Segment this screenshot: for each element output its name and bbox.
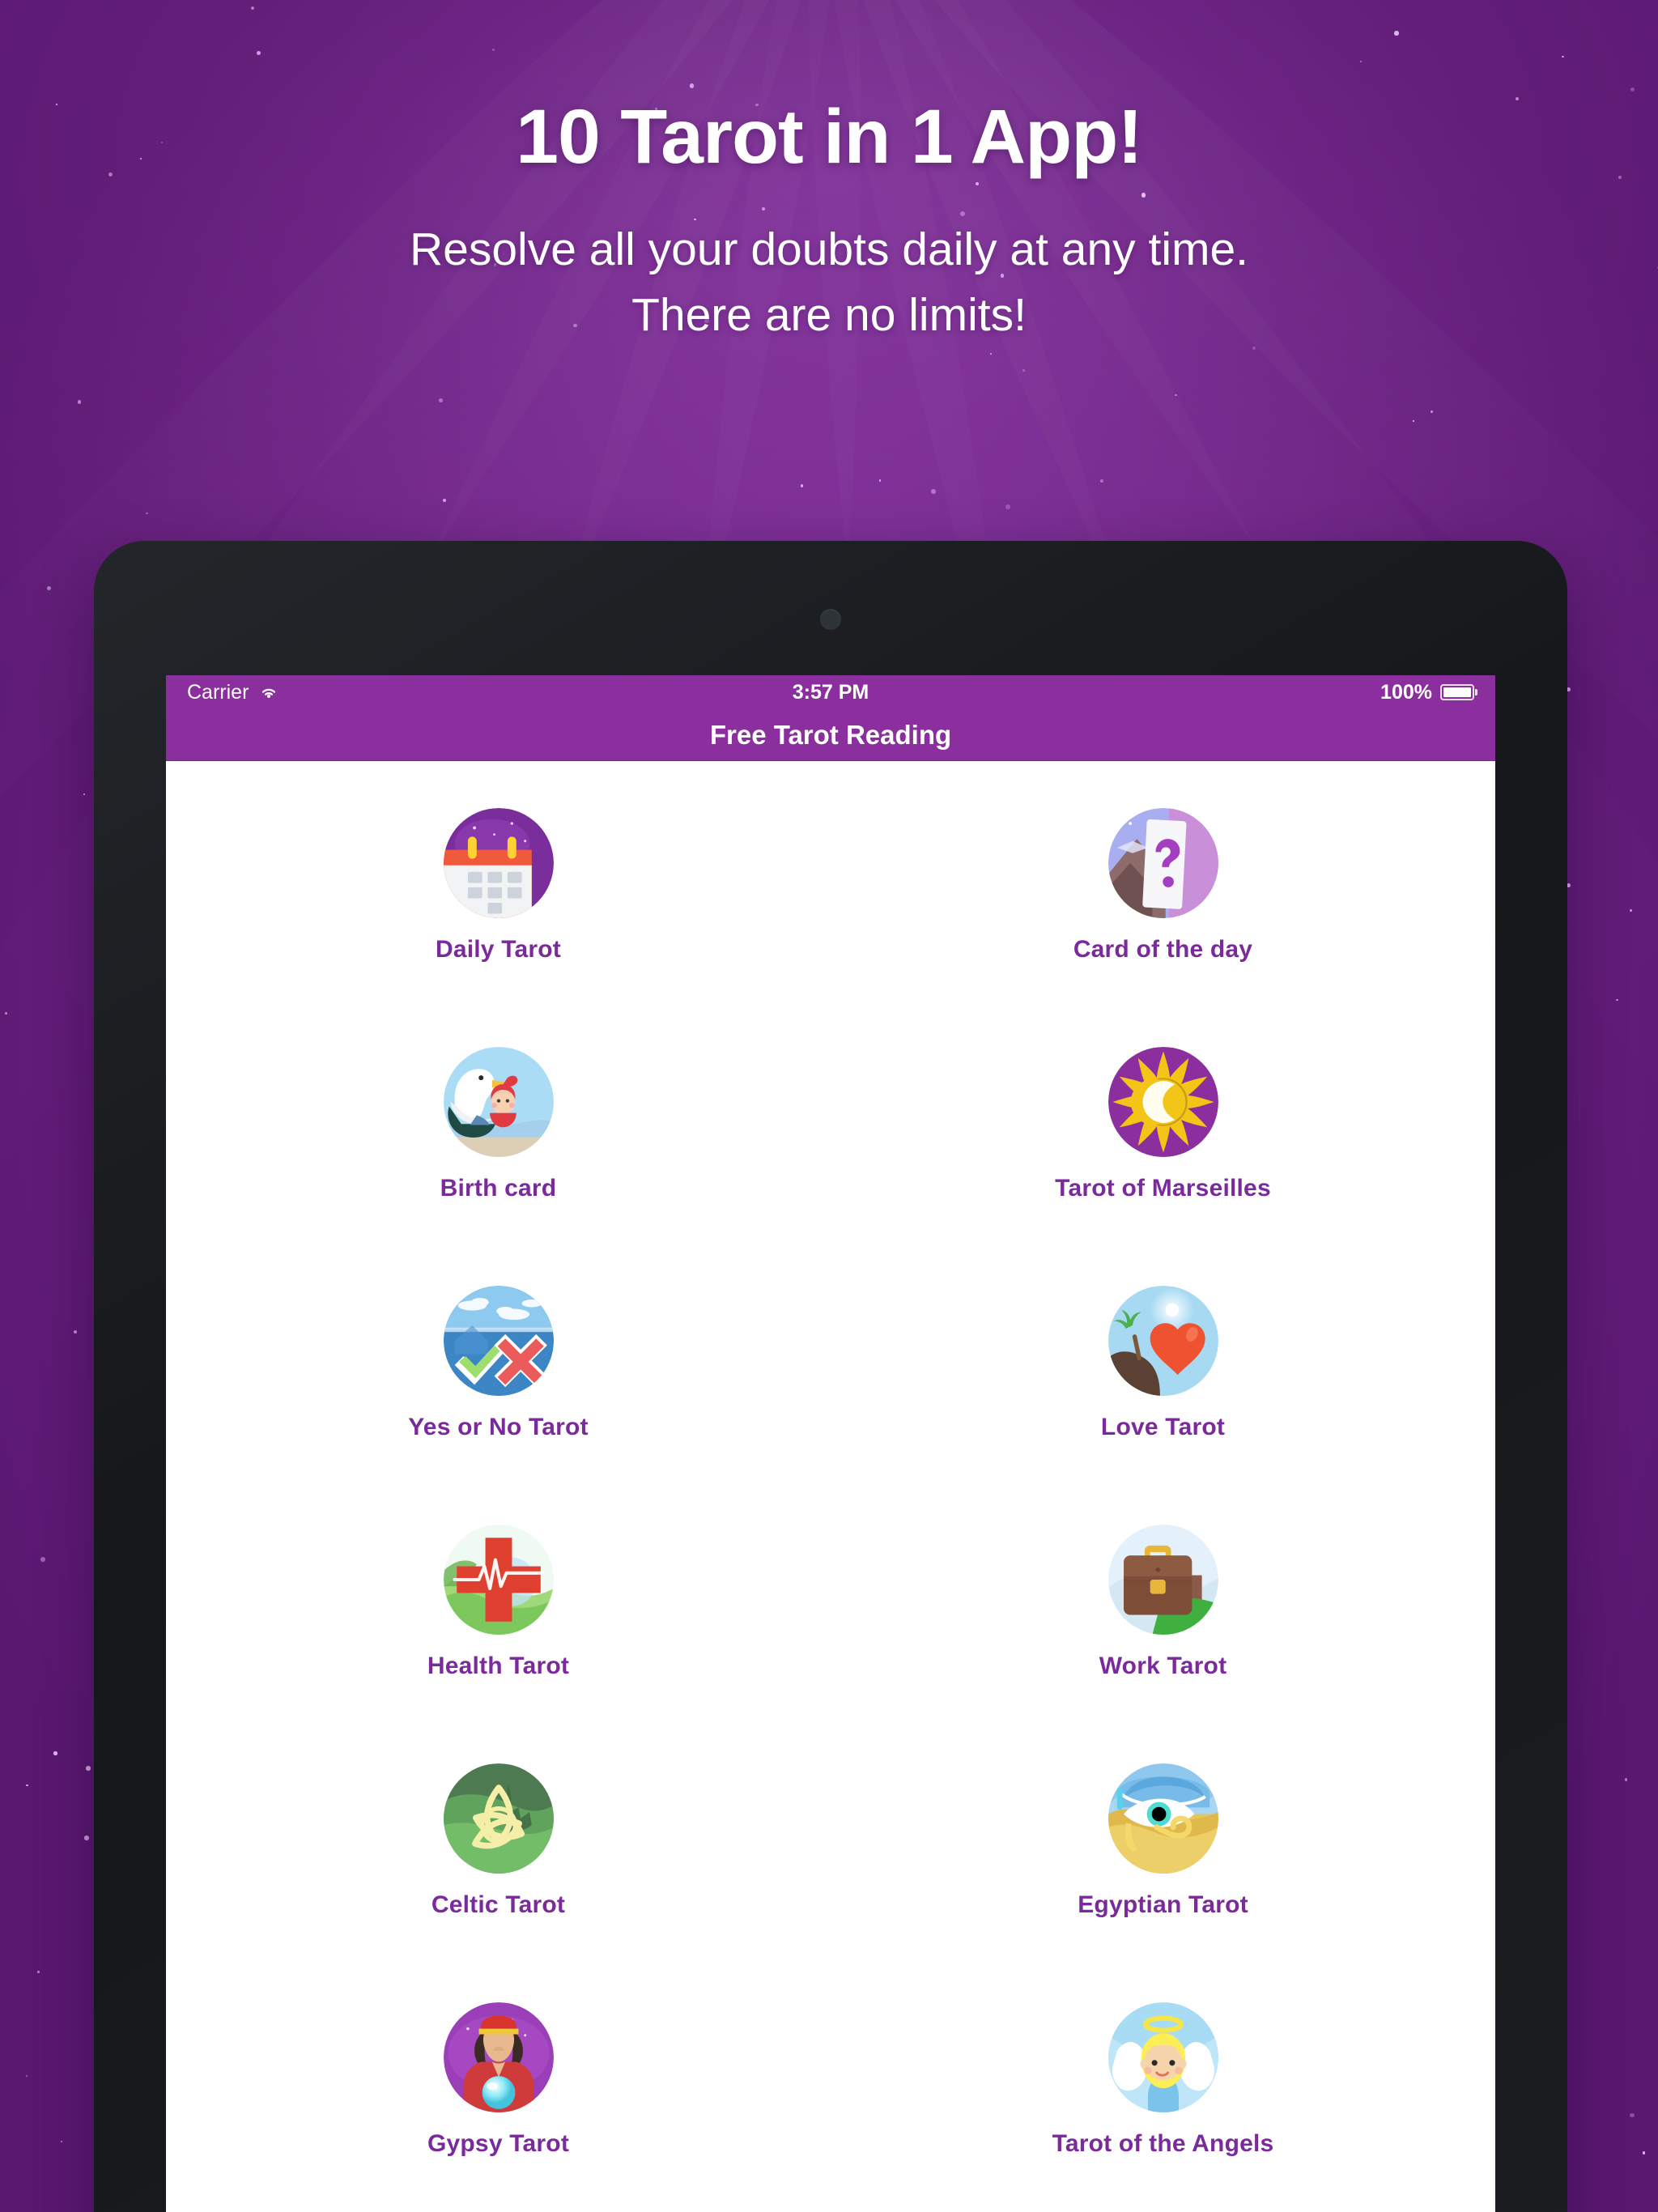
tarot-tile-daily-tarot[interactable]: Daily Tarot bbox=[166, 790, 831, 1029]
promo-subheadline-line1: Resolve all your doubts daily at any tim… bbox=[409, 223, 1249, 275]
promo-subheadline: Resolve all your doubts daily at any tim… bbox=[0, 217, 1658, 348]
question-card-icon bbox=[1107, 808, 1218, 918]
tarot-tile-egyptian-tarot[interactable]: Egyptian Tarot bbox=[831, 1746, 1495, 1984]
tablet-device-frame: Carrier 3:57 PM 100% Free Tarot Reading bbox=[94, 541, 1567, 2212]
tarot-tile-yes-or-no-tarot[interactable]: Yes or No Tarot bbox=[166, 1268, 831, 1507]
tarot-tile-tarot-of-marseilles[interactable]: Tarot of Marseilles bbox=[831, 1029, 1495, 1268]
tarot-tile-celtic-tarot[interactable]: Celtic Tarot bbox=[166, 1746, 831, 1984]
front-camera-icon bbox=[820, 609, 841, 630]
tarot-tile-gypsy-tarot[interactable]: Gypsy Tarot bbox=[166, 1984, 831, 2212]
tablet-screen: Carrier 3:57 PM 100% Free Tarot Reading bbox=[166, 675, 1495, 2212]
calendar-icon bbox=[443, 808, 554, 918]
tarot-tile-label: Tarot of the Angels bbox=[1052, 2130, 1274, 2157]
stork-baby-icon bbox=[443, 1047, 554, 1157]
promo-text-block: 10 Tarot in 1 App! Resolve all your doub… bbox=[0, 94, 1658, 348]
tarot-tile-health-tarot[interactable]: Health Tarot bbox=[166, 1507, 831, 1746]
check-cross-icon bbox=[443, 1286, 554, 1396]
briefcase-icon bbox=[1107, 1525, 1218, 1635]
tarot-tile-label: Egyptian Tarot bbox=[1078, 1891, 1248, 1918]
promo-headline: 10 Tarot in 1 App! bbox=[516, 94, 1143, 180]
heart-icon bbox=[1107, 1286, 1218, 1396]
tarot-tile-label: Health Tarot bbox=[427, 1653, 570, 1679]
fortune-teller-icon bbox=[443, 2002, 554, 2112]
status-bar-time: 3:57 PM bbox=[792, 680, 869, 704]
tarot-tile-birth-card[interactable]: Birth card bbox=[166, 1029, 831, 1268]
tarot-tile-love-tarot[interactable]: Love Tarot bbox=[831, 1268, 1495, 1507]
tarot-tile-tarot-of-the-angels[interactable]: Tarot of the Angels bbox=[831, 1984, 1495, 2212]
status-bar-left: Carrier bbox=[187, 681, 279, 704]
battery-full-icon bbox=[1440, 684, 1474, 700]
triquetra-icon bbox=[443, 1763, 554, 1874]
tarot-tile-label: Gypsy Tarot bbox=[427, 2130, 570, 2157]
tarot-tile-label: Yes or No Tarot bbox=[408, 1414, 589, 1440]
tarot-tile-label: Birth card bbox=[440, 1175, 557, 1202]
tarot-tile-label: Love Tarot bbox=[1100, 1414, 1226, 1440]
wifi-icon bbox=[258, 684, 279, 700]
tarot-grid: Daily Tarot Card of the day Birth card T… bbox=[166, 761, 1495, 2212]
tarot-tile-label: Work Tarot bbox=[1099, 1653, 1227, 1679]
battery-percent-label: 100% bbox=[1380, 680, 1432, 704]
app-nav-bar: Free Tarot Reading bbox=[166, 709, 1495, 761]
status-bar-right: 100% bbox=[1380, 681, 1474, 704]
medical-cross-icon bbox=[443, 1525, 554, 1635]
app-title: Free Tarot Reading bbox=[709, 719, 952, 750]
carrier-label: Carrier bbox=[187, 680, 249, 704]
tarot-tile-label: Card of the day bbox=[1073, 936, 1253, 963]
status-bar: Carrier 3:57 PM 100% bbox=[166, 675, 1495, 709]
tarot-tile-label: Tarot of Marseilles bbox=[1055, 1175, 1271, 1202]
tarot-tile-label: Daily Tarot bbox=[435, 936, 561, 963]
sun-moon-icon bbox=[1107, 1047, 1218, 1157]
angel-icon bbox=[1107, 2002, 1218, 2112]
tarot-tile-label: Celtic Tarot bbox=[431, 1891, 566, 1918]
promo-subheadline-line2: There are no limits! bbox=[631, 288, 1027, 341]
tarot-tile-work-tarot[interactable]: Work Tarot bbox=[831, 1507, 1495, 1746]
eye-of-horus-icon bbox=[1107, 1763, 1218, 1874]
tarot-tile-card-of-the-day[interactable]: Card of the day bbox=[831, 790, 1495, 1029]
